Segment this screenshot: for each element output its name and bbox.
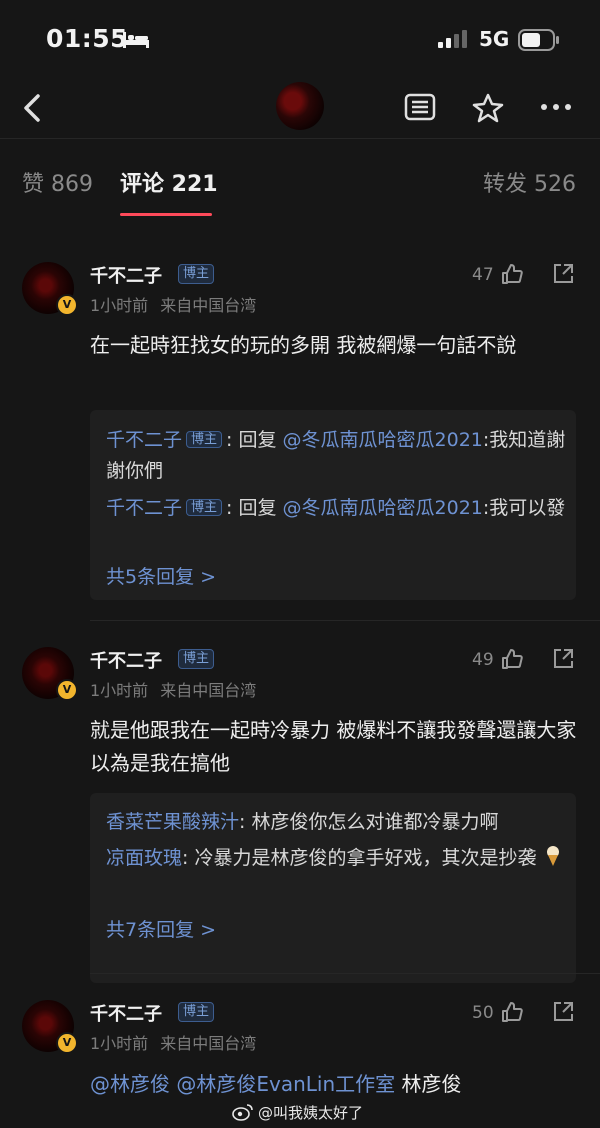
reply-username[interactable]: 香菜芒果酸辣汁 xyxy=(106,811,239,833)
comment-time: 1小时前 xyxy=(90,681,149,700)
battery-icon xyxy=(518,29,559,51)
comment-username[interactable]: 千不二子 xyxy=(90,647,162,673)
nav-bar xyxy=(0,80,600,139)
signal-icon xyxy=(438,30,467,48)
reply-content: : 林彦俊你怎么对谁都冷暴力啊 xyxy=(239,811,499,833)
comment-text: 在一起時狂找女的玩的多開 我被網爆一句話不說 xyxy=(90,333,517,357)
comment-mention[interactable]: @林彦俊 xyxy=(90,1072,170,1096)
sleep-focus-icon xyxy=(123,32,149,48)
thumbs-up-icon[interactable] xyxy=(500,1000,524,1024)
divider xyxy=(90,620,600,621)
status-time: 01:55 xyxy=(46,24,129,53)
comment-text: @林彦俊 @林彦俊EvanLin工作室 林彦俊 xyxy=(90,1068,580,1101)
tab-active-indicator xyxy=(120,213,212,216)
reply-content: : 冷暴力是林彦俊的拿手好戏，其次是抄袭 xyxy=(182,847,537,869)
author-badge: 博主 xyxy=(178,1002,215,1022)
reply-prefix: : 回复 xyxy=(226,497,283,519)
reply-prefix: : 回复 xyxy=(226,429,283,451)
author-avatar[interactable] xyxy=(276,82,324,130)
comment-mention[interactable]: @林彦俊EvanLin工作室 xyxy=(176,1072,395,1096)
weibo-logo-icon xyxy=(232,1104,253,1121)
comment-time: 1小时前 xyxy=(90,296,149,315)
thumbs-up-icon[interactable] xyxy=(500,262,524,286)
reply-username[interactable]: 千不二子 xyxy=(106,497,182,519)
status-bar: 01:55 5G xyxy=(0,0,600,80)
notes-icon[interactable] xyxy=(404,92,436,122)
more-replies-link[interactable]: 共7条回复 > xyxy=(106,915,216,942)
reply-mention[interactable]: @冬瓜南瓜哈密瓜2021 xyxy=(283,497,483,519)
share-icon[interactable] xyxy=(551,1000,575,1024)
reply-username[interactable]: 凉面玫瑰 xyxy=(106,847,182,869)
thumbs-up-icon[interactable] xyxy=(500,647,524,671)
reply-mention[interactable]: @冬瓜南瓜哈密瓜2021 xyxy=(283,429,483,451)
tab-comments[interactable]: 评论 221 xyxy=(120,166,218,198)
star-icon[interactable] xyxy=(472,92,504,124)
share-icon[interactable] xyxy=(551,647,575,671)
verified-icon: V xyxy=(56,679,78,701)
reply-box[interactable]: 千不二子 博主: 回复 @冬瓜南瓜哈密瓜2021:我知道謝謝你們 千不二子 博主: … xyxy=(90,410,576,600)
reply-item: 凉面玫瑰: 冷暴力是林彦俊的拿手好戏，其次是抄袭 xyxy=(106,843,566,874)
comment-source: 来自中国台湾 xyxy=(160,296,257,315)
verified-icon: V xyxy=(56,294,78,316)
reply-box[interactable]: 香菜芒果酸辣汁: 林彦俊你怎么对谁都冷暴力啊 凉面玫瑰: 冷暴力是林彦俊的拿手好… xyxy=(90,793,576,983)
tab-likes[interactable]: 赞 869 xyxy=(22,166,93,198)
watermark-text: @叫我姨太好了 xyxy=(258,1104,364,1122)
comment-source: 来自中国台湾 xyxy=(160,681,257,700)
reply-item: 香菜芒果酸辣汁: 林彦俊你怎么对谁都冷暴力啊 xyxy=(106,807,566,838)
comment-username[interactable]: 千不二子 xyxy=(90,1000,162,1026)
author-badge: 博主 xyxy=(186,499,223,516)
share-icon[interactable] xyxy=(551,262,575,286)
author-badge: 博主 xyxy=(186,431,223,448)
comment-username[interactable]: 千不二子 xyxy=(90,262,162,288)
comment-meta: 1小时前 来自中国台湾 xyxy=(90,1030,256,1054)
reply-item: 千不二子 博主: 回复 @冬瓜南瓜哈密瓜2021:我知道謝謝你們 xyxy=(106,424,566,487)
ice-cream-emoji-icon xyxy=(546,846,559,866)
comment-meta: 1小时前 来自中国台湾 xyxy=(90,292,256,316)
comment-source: 来自中国台湾 xyxy=(160,1034,257,1053)
network-label: 5G xyxy=(479,27,510,51)
comment-meta: 1小时前 来自中国台湾 xyxy=(90,677,256,701)
author-badge: 博主 xyxy=(178,264,215,284)
back-arrow-icon[interactable] xyxy=(18,90,48,126)
comment-tail: 林彦俊 xyxy=(395,1072,462,1096)
verified-icon: V xyxy=(56,1032,78,1054)
comment-text: 就是他跟我在一起時冷暴力 被爆料不讓我發聲還讓大家以為是我在搞他 xyxy=(90,718,577,775)
more-icon[interactable] xyxy=(540,102,572,112)
more-replies-link[interactable]: 共5条回复 > xyxy=(106,562,216,589)
tab-bar: 赞 869 评论 221 转发 526 xyxy=(0,140,600,218)
reply-content: :我可以發 xyxy=(482,497,566,519)
reply-username[interactable]: 千不二子 xyxy=(106,429,182,451)
tab-reposts[interactable]: 转发 526 xyxy=(483,166,576,198)
comment-time: 1小时前 xyxy=(90,1034,149,1053)
reply-item: 千不二子 博主: 回复 @冬瓜南瓜哈密瓜2021:我可以發 xyxy=(106,492,566,524)
divider xyxy=(90,973,600,974)
watermark: @叫我姨太好了 xyxy=(232,1102,363,1123)
author-badge: 博主 xyxy=(178,649,215,669)
